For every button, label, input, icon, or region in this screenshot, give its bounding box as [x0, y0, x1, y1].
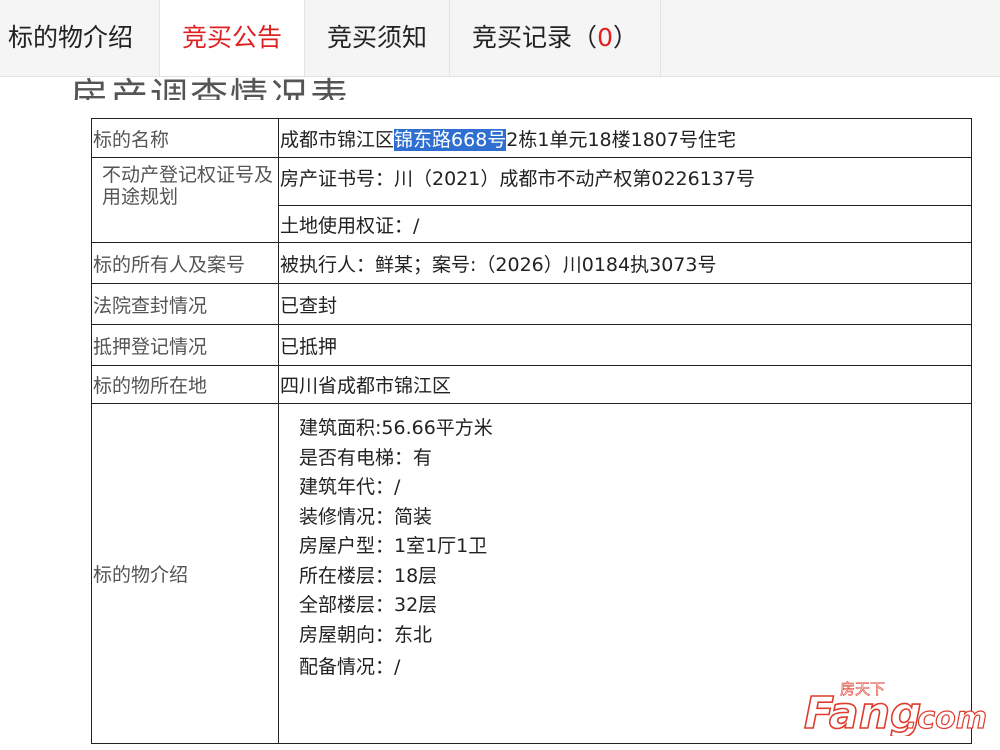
- list-item: 所在楼层：18层: [299, 564, 438, 587]
- mortgage-value: 已抵押: [278, 324, 972, 366]
- list-item: 建筑面积:56.66平方米: [299, 417, 493, 439]
- tab-label: 竞买公告: [182, 23, 283, 52]
- tab-label: 标的物介绍: [8, 23, 134, 52]
- tab-label-suffix: ）: [612, 23, 638, 52]
- row-label: 法院查封情况: [91, 283, 279, 325]
- detail-list: 建筑面积:56.66平方米 是否有电梯：有 建筑年代：/ 装修情况：简装 房屋户…: [280, 410, 971, 683]
- owner-case-value: 被执行人：鲜某；案号:（2026）川0184执3073号: [278, 242, 972, 284]
- page-title: 房产调查情况表: [70, 75, 351, 100]
- list-item: 全部楼层：32层: [299, 594, 438, 616]
- list-item: 房屋户型：1室1厅1卫: [299, 535, 488, 557]
- list-item: 是否有电梯：有: [299, 446, 433, 469]
- table-row: 抵押登记情况 已抵押: [91, 324, 972, 366]
- list-item: 建筑年代：/: [299, 476, 401, 498]
- row-label: 标的物介绍: [91, 403, 279, 744]
- property-info-table: 标的名称 成都市锦江区锦东路668号2栋1单元18楼1807号住宅 不动产登记权…: [91, 118, 972, 744]
- list-item: 装修情况：简装: [299, 505, 433, 528]
- row-label: 标的名称: [91, 118, 279, 158]
- row-label: 抵押登记情况: [91, 324, 279, 366]
- seizure-value: 已查封: [278, 283, 972, 325]
- location-value: 四川省成都市锦江区: [278, 365, 972, 404]
- property-name-value: 成都市锦江区锦东路668号2栋1单元18楼1807号住宅: [278, 118, 972, 158]
- bid-count: 0: [597, 23, 613, 52]
- intro-details: 建筑面积:56.66平方米 是否有电梯：有 建筑年代：/ 装修情况：简装 房屋户…: [278, 403, 972, 744]
- table-row: 标的所有人及案号 被执行人：鲜某；案号:（2026）川0184执3073号: [91, 242, 972, 284]
- table-row: 标的名称 成都市锦江区锦东路668号2栋1单元18楼1807号住宅: [91, 118, 972, 158]
- row-label: 标的物所在地: [91, 365, 279, 404]
- table-row: 不动产登记权证号及用途规划 房产证书号：川（2021）成都市不动产权第02261…: [91, 157, 972, 243]
- highlighted-selection: 锦东路668号: [394, 128, 507, 151]
- tab-bid-records[interactable]: 竞买记录（0）: [450, 0, 661, 76]
- table-row: 标的物所在地 四川省成都市锦江区: [91, 365, 972, 404]
- table-row: 标的物介绍 建筑面积:56.66平方米 是否有电梯：有 建筑年代：/ 装修情况：…: [91, 403, 972, 744]
- land-cert-value: 土地使用权证：/: [278, 205, 972, 243]
- row-label: 标的所有人及案号: [91, 242, 279, 284]
- list-item: 配备情况：/: [299, 656, 401, 678]
- property-cert-value: 房产证书号：川（2021）成都市不动产权第0226137号: [278, 157, 972, 206]
- tab-label: 竞买须知: [327, 23, 428, 52]
- tab-label: 竞买记录（: [472, 23, 598, 52]
- row-label: 不动产登记权证号及用途规划: [91, 157, 279, 243]
- table-row: 法院查封情况 已查封: [91, 283, 972, 325]
- list-item: 房屋朝向：东北: [299, 623, 433, 646]
